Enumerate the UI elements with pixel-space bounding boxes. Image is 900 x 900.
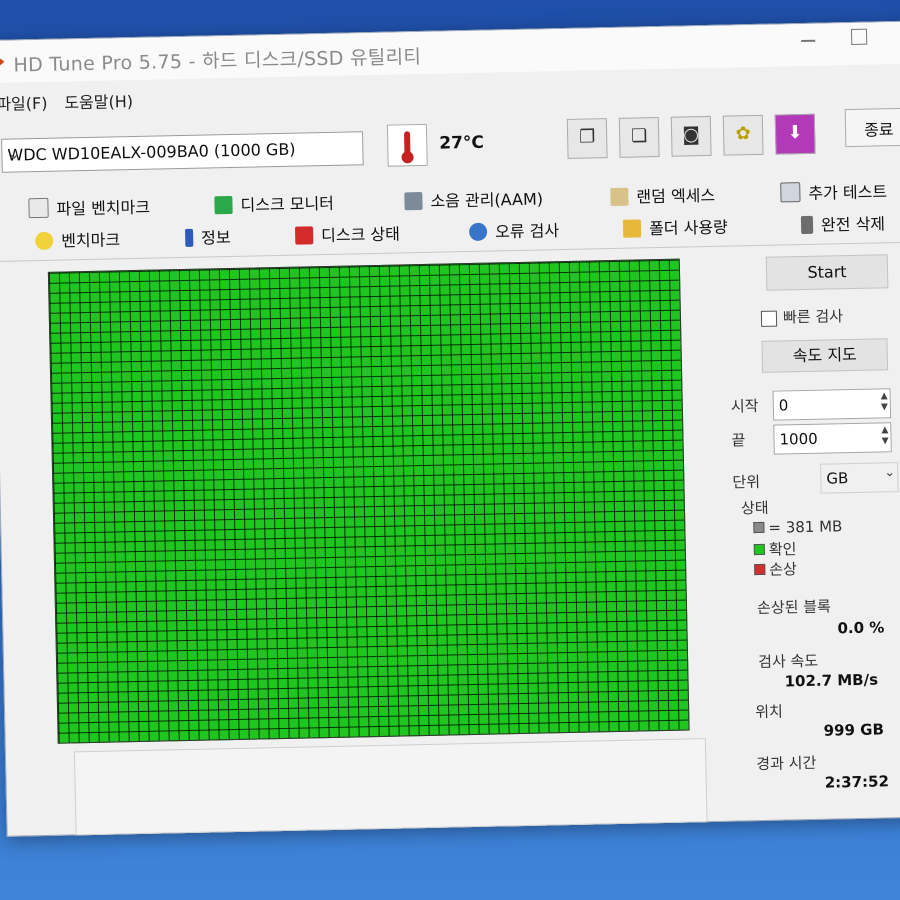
health-cross-icon [294,226,314,245]
window-title: HD Tune Pro 5.75 - 하드 디스크/SSD 유틸리티 [13,45,422,77]
app-logo-icon [0,54,5,69]
elapsed-label: 경과 시간 [756,753,817,774]
tab-aam[interactable]: 소음 관리(AAM) [404,185,543,212]
quick-scan-label: 빠른 검사 [782,307,844,327]
device-dropdown[interactable]: WDC WD10EALX-009BA0 (1000 GB) ⌄ [1,131,364,173]
screenshot-icon: ◙ [682,124,701,146]
scan-speed-label: 검사 속도 [758,651,819,672]
maximize-button[interactable] [850,28,868,45]
legend-swatch-green [753,543,765,556]
start-button[interactable]: Start [765,254,889,291]
damaged-blocks-label: 손상된 블록 [756,597,832,618]
tab-erase[interactable]: 완전 삭제 [800,210,885,236]
menu-help[interactable]: 도움말(H) [64,88,133,113]
menu-file[interactable]: 파일(F) [0,90,48,115]
temperature-readout: 27°C [439,132,485,154]
spinner-icon[interactable]: ▲ ▼ [881,425,888,447]
tab-benchmark[interactable]: 벤치마크 [35,226,120,252]
lightbulb-icon [35,231,54,251]
save-icon: ⬇ [787,122,803,144]
copy-text-icon: ❏ [630,125,648,147]
spinner-icon[interactable]: ▲ ▼ [881,391,888,413]
copy-info-icon: ❐ [578,126,596,148]
scan-control-panel: Start 빠른 검사 속도 지도 시작 0 ▲ ▼ 끝 1000 ▲ ▼ 단위 GB ⌄… [726,254,900,818]
elapsed-value: 2:37:52 [824,772,890,792]
tab-info[interactable]: 정보 [185,224,231,249]
legend-swatch-gray [753,521,765,534]
speed-map-button[interactable]: 속도 지도 [761,338,889,373]
speaker-icon [404,191,423,211]
file-benchmark-icon [28,197,49,219]
disk-monitor-icon [214,195,233,215]
legend-swatch-red [754,563,766,576]
end-field-label: 끝 [731,431,746,450]
tab-health[interactable]: 디스크 상태 [294,220,400,246]
log-area [73,738,708,836]
tab-error-scan[interactable]: 오류 검사 [468,217,559,243]
position-label: 위치 [755,702,784,722]
position-value: 999 GB [823,720,885,740]
trash-icon [800,215,814,235]
extra-tests-icon [780,182,801,203]
info-icon [185,228,194,247]
legend-ok: 확인 [753,538,797,560]
scan-speed-value: 102.7 MB/s [784,670,879,691]
start-field[interactable]: 0 ▲ ▼ [772,388,892,421]
tab-file-benchmark[interactable]: 파일 벤치마크 [28,194,150,221]
tab-extra-tests[interactable]: 추가 테스트 [780,178,887,204]
magnifier-icon [468,222,488,242]
exit-button[interactable]: 종료 [844,107,900,148]
unit-label: 단위 [732,472,761,492]
unit-select[interactable]: GB ⌄ [820,462,899,494]
copy-text-button[interactable]: ❏ [618,117,660,158]
start-field-label: 시작 [730,396,759,416]
quick-scan-checkbox[interactable] [760,310,778,327]
save-button[interactable]: ⬇ [774,113,816,155]
options-button[interactable]: ✿ [722,114,764,156]
error-scan-block-map [47,258,690,744]
tab-disk-monitor[interactable]: 디스크 모니터 [214,190,334,216]
chevron-down-icon: ⌄ [7,143,21,163]
tab-folder-usage[interactable]: 폴더 사용량 [622,214,728,240]
exit-label: 종료 [863,120,894,140]
thermometer-icon [386,123,428,167]
chevron-down-icon: ⌄ [884,465,896,481]
tab-random-access[interactable]: 랜덤 엑세스 [610,182,715,208]
legend-block-size: = 381 MB [753,517,843,537]
status-label: 상태 [740,498,769,518]
app-window: HD Tune Pro 5.75 - 하드 디스크/SSD 유틸리티 파일(F)… [0,20,900,837]
options-icon: ✿ [735,123,751,145]
damaged-blocks-value: 0.0 % [837,618,885,638]
copy-info-button[interactable]: ❐ [566,118,608,159]
folder-icon [622,219,642,238]
legend-damaged: 손상 [754,558,797,580]
random-access-icon [610,187,629,207]
screenshot-button[interactable]: ◙ [670,115,712,157]
end-field[interactable]: 1000 ▲ ▼ [773,422,892,455]
minimize-button[interactable] [801,33,816,43]
